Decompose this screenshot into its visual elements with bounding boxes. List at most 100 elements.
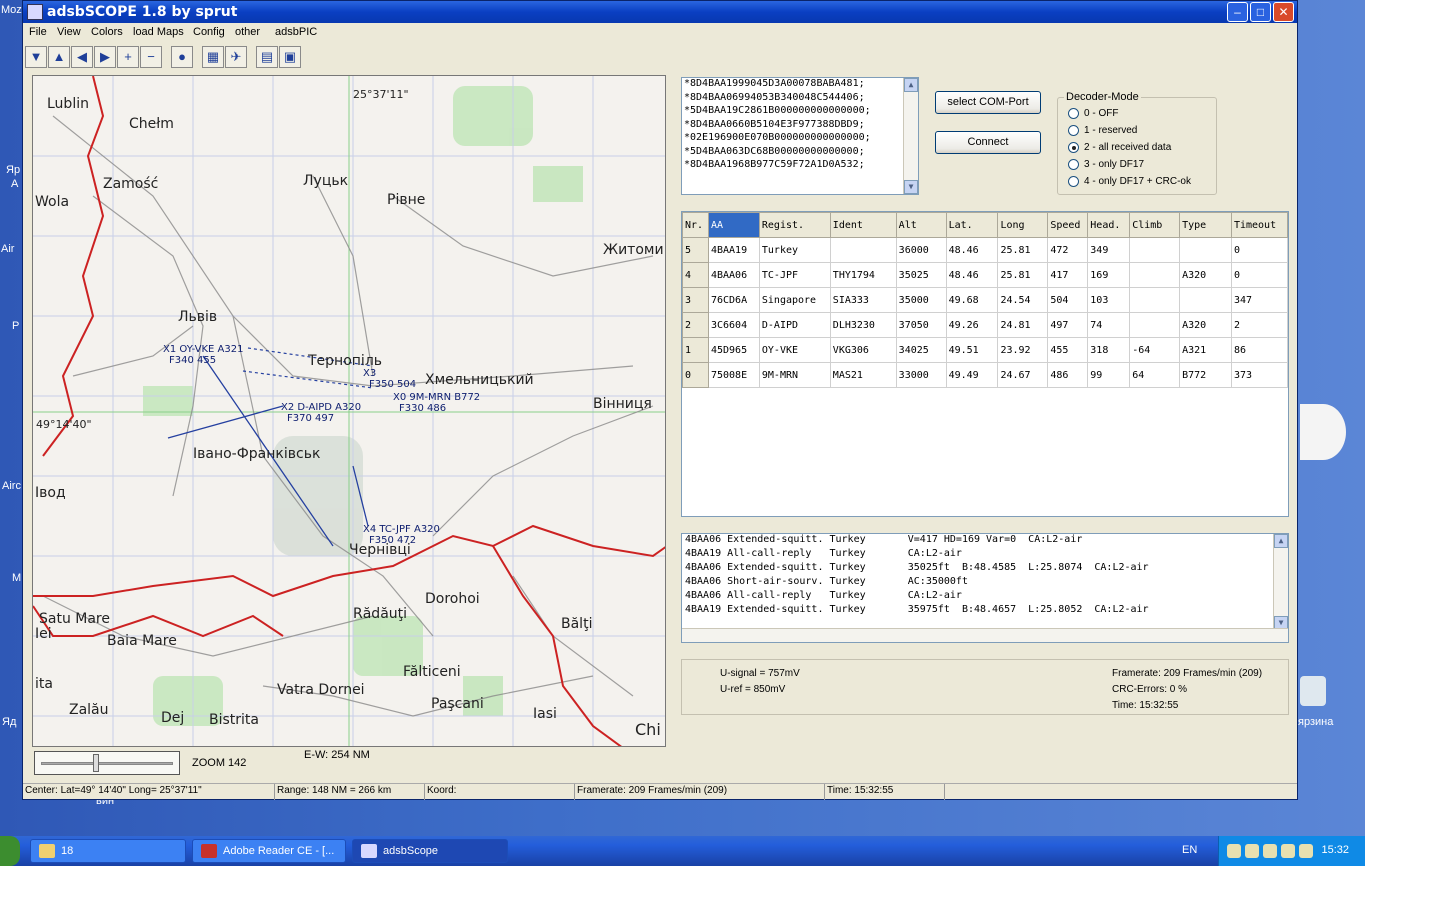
column-header[interactable]: AA [707,212,760,238]
decoded-log[interactable]: 4BAA06 Extended-squitt. Turkey V=417 HD=… [681,533,1289,643]
flight-label[interactable]: X1 OY-VKE A321 F340 455 [163,344,243,366]
decoder-option-1[interactable]: 1 - reserved [1068,125,1137,139]
network-icon[interactable] [1227,844,1241,858]
column-header[interactable]: Timeout [1230,212,1288,238]
connect-button[interactable]: Connect [935,131,1041,154]
column-header[interactable]: Long [997,212,1049,238]
column-header[interactable]: Nr. [682,212,709,238]
aircraft-table[interactable]: Nr. AA Regist. Ident Alt Lat. Long Speed… [681,211,1289,517]
menu-file[interactable]: File [29,26,47,38]
table-cell: A320 [1179,312,1232,338]
flight-label[interactable]: X3 F350 504 [363,368,416,390]
decoder-option-0[interactable]: 0 - OFF [1068,108,1118,122]
table-cell: 23.92 [997,337,1049,363]
close-button[interactable]: ✕ [1273,2,1294,22]
flight-label-line2: F350 504 [369,379,417,390]
clock: 15:32 [1321,844,1349,856]
language-indicator[interactable]: EN [1182,844,1197,856]
table-row[interactable]: 0 75008E 9M-MRN MAS21 33000 49.49 24.67 486 99 64… [682,362,1288,388]
globe-icon[interactable]: ● [171,46,193,68]
map-view[interactable]: 25°37'11" 49°14'40" Lublin Chełm Zamość … [32,75,666,747]
decoder-option-3[interactable]: 3 - only DF17 [1068,159,1144,173]
column-header[interactable]: Head. [1087,212,1131,238]
title-bar[interactable]: adsbSCOPE 1.8 by sprut – □ ✕ [23,1,1297,23]
taskbar-item-folder[interactable]: 18 [30,839,186,863]
slider-thumb[interactable] [93,754,99,772]
zoom-out-icon[interactable]: − [140,46,162,68]
horizontal-scrollbar[interactable] [682,628,1288,642]
screen-icon[interactable]: ▣ [279,46,301,68]
aircraft-icon[interactable]: ✈ [225,46,247,68]
table-row[interactable]: 5 4BAA19 Turkey 36000 48.46 25.81 472 349 0 [682,237,1288,263]
raw-message: *8D4BAA1968B977C59F72A1D0A532; [684,159,865,170]
menu-view[interactable]: View [57,26,81,38]
city-label: Vatra Dornei [277,682,365,698]
up-arrow-icon[interactable]: ▲ [48,46,70,68]
table-cell: 76CD6A [707,287,760,313]
volume-icon[interactable] [1245,844,1259,858]
aircraft-grid: Nr. AA Regist. Ident Alt Lat. Long Speed… [682,212,1288,388]
city-label: Fălticeni [403,664,461,680]
table-cell: 4BAA19 [707,237,760,263]
column-header[interactable]: Climb [1129,212,1181,238]
right-arrow-icon[interactable]: ▶ [94,46,116,68]
table-row[interactable]: 3 76CD6A Singapore SIA333 35000 49.68 24.54 504… [682,287,1288,313]
menu-load-maps[interactable]: load Maps [133,26,184,38]
column-header[interactable]: Type [1179,212,1232,238]
menu-other[interactable]: other [235,26,260,38]
update-icon[interactable] [1281,844,1295,858]
flight-label[interactable]: X4 TC-JPF A320 F350 472 [363,524,440,546]
table-cell: 472 [1047,237,1089,263]
column-header[interactable]: Ident [829,212,897,238]
scrollbar[interactable]: ▲ ▼ [1273,534,1288,630]
column-header[interactable]: Regist. [758,212,831,238]
city-label: Івано-Франківськ [193,446,321,462]
airports-icon[interactable]: ▦ [202,46,224,68]
menu-colors[interactable]: Colors [91,26,123,38]
menu-config[interactable]: Config [193,26,225,38]
scroll-down-icon[interactable]: ▼ [904,180,918,194]
maximize-button[interactable]: □ [1250,2,1271,22]
table-cell: 0 [1230,262,1288,288]
menu-adsbpic[interactable]: adsbPIC [275,26,317,38]
down-arrow-icon[interactable]: ▼ [25,46,47,68]
raw-message-list[interactable]: *8D4BAA1999045D3A00078BABA481; *8D4BAA06… [681,77,919,195]
decoder-option-4[interactable]: 4 - only DF17 + CRC-ok [1068,176,1191,190]
zoom-in-icon[interactable]: + [117,46,139,68]
column-header[interactable]: Speed [1047,212,1089,238]
city-label: Луцьк [303,173,349,189]
decoder-option-2[interactable]: 2 - all received data [1068,142,1171,156]
column-header[interactable]: Lat. [945,212,999,238]
table-row[interactable]: 4 4BAA06 TC-JPF THY1794 35025 48.46 25.81 417 16… [682,262,1288,288]
u-ref: U-ref = 850mV [720,684,786,695]
left-arrow-icon[interactable]: ◀ [71,46,93,68]
minimize-button[interactable]: – [1227,2,1248,22]
security-icon[interactable] [1263,844,1277,858]
table-cell [1129,262,1181,288]
column-header[interactable]: Alt [895,212,947,238]
desktop-label: P [12,320,20,332]
table-row[interactable]: 1 45D965 OY-VKE VKG306 34025 49.51 23.92 455 318… [682,337,1288,363]
desktop-label: Moz [1,4,22,16]
table-cell: TC-JPF [758,262,831,288]
zoom-slider[interactable] [34,751,180,775]
taskbar-item-adsbscope[interactable]: adsbScope [352,839,508,863]
table-row[interactable]: 2 3C6604 D-AIPD DLH3230 37050 49.26 24.81 497 74… [682,312,1288,338]
table-cell: 4 [682,262,709,288]
start-button[interactable] [0,836,20,866]
flight-label[interactable]: X0 9M-MRN B772 F330 486 [393,392,480,414]
table-cell: D-AIPD [758,312,831,338]
chart-icon[interactable]: ▤ [256,46,278,68]
status-framerate: Framerate: 209 Frames/min (209) [575,784,825,800]
recycle-bin-icon[interactable] [1300,676,1326,706]
log-line: 4BAA06 Extended-squitt. Turkey 35025ft B… [685,562,1149,573]
scroll-up-icon[interactable]: ▲ [1274,534,1288,548]
help-icon[interactable] [1299,844,1313,858]
table-cell: 75008E [707,362,760,388]
flight-label[interactable]: X2 D-AIPD A320 F370 497 [281,402,361,424]
raw-message: *8D4BAA0660B5104E3F977388DBD9; [684,118,865,130]
scrollbar[interactable]: ▲ ▼ [903,78,918,194]
taskbar-item-adobe[interactable]: Adobe Reader CE - [... [192,839,346,863]
select-com-port-button[interactable]: select COM-Port [935,91,1041,114]
scroll-up-icon[interactable]: ▲ [904,78,918,92]
